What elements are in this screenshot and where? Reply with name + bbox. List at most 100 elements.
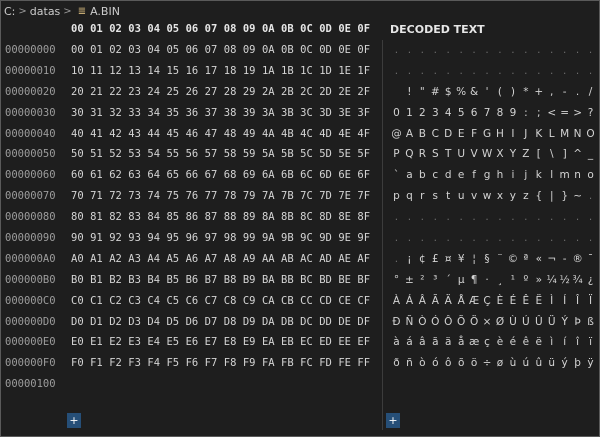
hex-byte[interactable]: E6 [186, 332, 205, 353]
decoded-char[interactable]: . [403, 40, 416, 61]
hex-byte[interactable]: 52 [109, 144, 128, 165]
decoded-char[interactable]: ß [584, 312, 597, 333]
hex-byte[interactable]: A0 [71, 249, 90, 270]
hex-byte[interactable]: DF [357, 312, 376, 333]
decoded-char[interactable]: ( [494, 82, 507, 103]
hex-byte[interactable]: 44 [147, 124, 166, 145]
hex-byte[interactable]: 10 [71, 61, 90, 82]
hex-byte[interactable]: D7 [205, 312, 224, 333]
decoded-char[interactable]: . [455, 40, 468, 61]
decoded-char[interactable]: M [558, 124, 571, 145]
hex-byte[interactable]: 66 [186, 165, 205, 186]
decoded-char[interactable]: ü [545, 353, 558, 374]
decoded-char[interactable]: K [532, 124, 545, 145]
decoded-char[interactable]: . [584, 186, 597, 207]
hex-byte[interactable]: 6E [338, 165, 357, 186]
hex-byte[interactable]: 17 [205, 61, 224, 82]
decoded-char[interactable]: ö [468, 353, 481, 374]
decoded-char[interactable]: ã [429, 332, 442, 353]
decoded-char[interactable]: 0 [390, 103, 403, 124]
hex-byte[interactable]: E8 [224, 332, 243, 353]
hex-byte[interactable]: 26 [186, 82, 205, 103]
hex-byte[interactable]: 2B [281, 82, 300, 103]
hex-byte[interactable]: F8 [224, 353, 243, 374]
hex-byte[interactable]: 76 [186, 186, 205, 207]
decoded-char[interactable]: ! [403, 82, 416, 103]
hex-byte[interactable]: 37 [205, 103, 224, 124]
hex-byte[interactable]: 32 [109, 103, 128, 124]
hex-byte[interactable]: 3E [338, 103, 357, 124]
decoded-char[interactable]: N [571, 124, 584, 145]
decoded-char[interactable]: ¥ [455, 249, 468, 270]
decoded-char[interactable]: É [506, 291, 519, 312]
hex-byte[interactable]: 1B [281, 61, 300, 82]
decoded-char[interactable]: . [571, 61, 584, 82]
decoded-char[interactable]: x [494, 186, 507, 207]
decoded-char[interactable]: á [403, 332, 416, 353]
hex-byte[interactable]: D6 [186, 312, 205, 333]
hex-byte[interactable]: 9D [319, 228, 338, 249]
decoded-char[interactable]: ¦ [468, 249, 481, 270]
hex-byte[interactable]: E1 [90, 332, 109, 353]
hex-byte[interactable]: A5 [166, 249, 185, 270]
hex-byte[interactable]: C9 [243, 291, 262, 312]
hex-byte[interactable]: 42 [109, 124, 128, 145]
hex-byte[interactable]: 33 [128, 103, 147, 124]
hex-byte[interactable]: 65 [166, 165, 185, 186]
decoded-char[interactable]: . [455, 61, 468, 82]
hex-byte[interactable]: 1F [357, 61, 376, 82]
hex-byte[interactable]: DC [300, 312, 319, 333]
decoded-char[interactable]: ® [571, 249, 584, 270]
hex-byte[interactable]: 64 [147, 165, 166, 186]
hex-byte[interactable]: 4E [338, 124, 357, 145]
hex-byte[interactable]: 91 [90, 228, 109, 249]
hex-byte[interactable]: 35 [166, 103, 185, 124]
decoded-char[interactable]: ý [558, 353, 571, 374]
decoded-char[interactable]: ¾ [571, 270, 584, 291]
decoded-char[interactable]: . [416, 40, 429, 61]
hex-byte[interactable]: BD [319, 270, 338, 291]
hex-byte[interactable]: E0 [71, 332, 90, 353]
hex-byte[interactable]: 23 [128, 82, 147, 103]
hex-byte[interactable]: 38 [224, 103, 243, 124]
hex-byte[interactable]: FC [300, 353, 319, 374]
hex-byte[interactable]: 3C [300, 103, 319, 124]
decoded-char[interactable]: å [455, 332, 468, 353]
decoded-char[interactable]: y [506, 186, 519, 207]
hex-byte[interactable]: 5D [319, 144, 338, 165]
decoded-char[interactable]: Ê [519, 291, 532, 312]
decoded-char[interactable]: ; [532, 103, 545, 124]
decoded-char[interactable]: . [429, 61, 442, 82]
hex-byte[interactable]: 5B [281, 144, 300, 165]
hex-byte[interactable]: 48 [224, 124, 243, 145]
hex-byte[interactable]: 9C [300, 228, 319, 249]
decoded-char[interactable]: f [468, 165, 481, 186]
hex-byte[interactable]: D9 [243, 312, 262, 333]
hex-byte[interactable]: 92 [109, 228, 128, 249]
decoded-char[interactable]: C [429, 124, 442, 145]
hex-byte[interactable]: B6 [186, 270, 205, 291]
decoded-char[interactable]: . [416, 207, 429, 228]
hex-byte[interactable]: F6 [186, 353, 205, 374]
hex-byte[interactable]: ED [319, 332, 338, 353]
decoded-char[interactable]: è [494, 332, 507, 353]
hex-byte[interactable]: 97 [205, 228, 224, 249]
decoded-char[interactable]: . [455, 207, 468, 228]
hex-byte[interactable]: 89 [243, 207, 262, 228]
decoded-char[interactable]: . [494, 228, 507, 249]
hex-byte[interactable]: E5 [166, 332, 185, 353]
decoded-char[interactable]: . [519, 228, 532, 249]
decoded-char[interactable]: A [403, 124, 416, 145]
hex-byte[interactable]: F5 [166, 353, 185, 374]
hex-byte[interactable]: 7C [300, 186, 319, 207]
decoded-char[interactable]: . [558, 207, 571, 228]
decoded-char[interactable]: . [506, 207, 519, 228]
hex-byte[interactable]: 5F [357, 144, 376, 165]
decoded-char[interactable]: ^ [571, 144, 584, 165]
hex-byte[interactable]: B5 [166, 270, 185, 291]
hex-byte[interactable]: 8F [357, 207, 376, 228]
decoded-char[interactable]: ø [494, 353, 507, 374]
hex-byte[interactable]: 22 [109, 82, 128, 103]
decoded-char[interactable]: Ó [429, 312, 442, 333]
hex-byte[interactable]: BB [281, 270, 300, 291]
